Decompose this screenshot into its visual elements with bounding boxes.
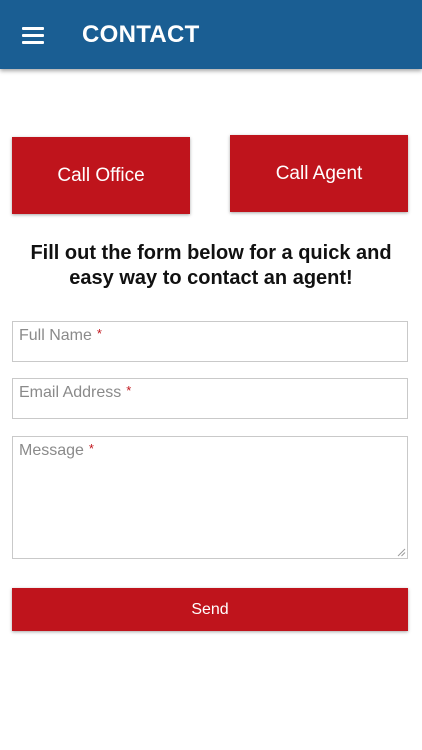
email-field[interactable]: Email Address * bbox=[12, 378, 408, 419]
send-button[interactable]: Send bbox=[12, 588, 408, 631]
message-placeholder: Message * bbox=[19, 441, 94, 460]
menu-line bbox=[22, 27, 44, 30]
required-asterisk: * bbox=[126, 383, 132, 398]
call-agent-button[interactable]: Call Agent bbox=[230, 135, 408, 212]
message-textarea[interactable]: Message * bbox=[12, 436, 408, 559]
menu-line bbox=[22, 41, 44, 44]
message-placeholder-text: Message bbox=[19, 442, 84, 459]
contact-screen: CONTACT Call Office Call Agent Fill out … bbox=[0, 0, 422, 750]
email-placeholder: Email Address * bbox=[19, 383, 131, 402]
full-name-placeholder-text: Full Name bbox=[19, 327, 92, 344]
required-asterisk: * bbox=[88, 441, 94, 456]
hamburger-menu-icon[interactable] bbox=[14, 20, 52, 50]
call-office-button[interactable]: Call Office bbox=[12, 137, 190, 214]
app-header: CONTACT bbox=[0, 0, 422, 69]
email-placeholder-text: Email Address bbox=[19, 384, 122, 401]
intro-text: Fill out the form below for a quick and … bbox=[30, 242, 392, 289]
menu-line bbox=[22, 34, 44, 37]
page-title: CONTACT bbox=[82, 21, 200, 48]
resize-handle-icon[interactable] bbox=[397, 548, 406, 557]
full-name-placeholder: Full Name * bbox=[19, 326, 102, 345]
full-name-field[interactable]: Full Name * bbox=[12, 321, 408, 362]
required-asterisk: * bbox=[96, 326, 102, 341]
